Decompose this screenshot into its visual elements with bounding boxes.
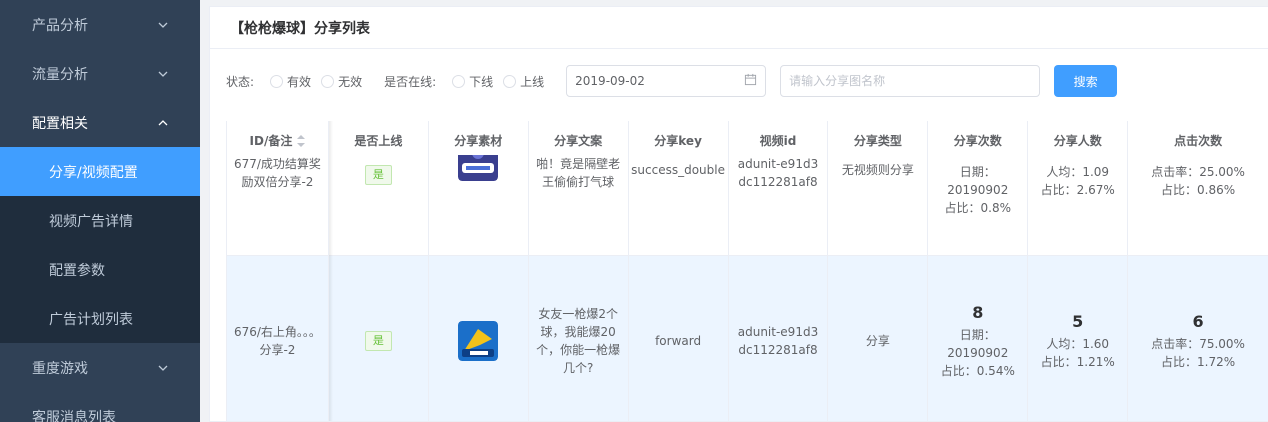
share-date: 日期：20190902 xyxy=(947,327,1009,360)
chevron-down-icon xyxy=(158,69,168,79)
date-picker[interactable]: 2019-09-02 xyxy=(566,65,767,97)
copy-cell: 女友一枪爆2个球，我能爆20个，你能一枪爆几个? xyxy=(528,256,629,421)
menu-heavy-games[interactable]: 重度游戏 xyxy=(0,343,200,392)
radio-label: 有效 xyxy=(287,74,312,89)
radio-label: 无效 xyxy=(338,74,363,89)
radio-label: 下线 xyxy=(469,74,494,89)
share-count-cell: 8 日期：20190902 占比：0.54% xyxy=(928,256,1029,421)
users-avg: 人均：1.09 xyxy=(1046,165,1110,179)
sort-icon[interactable] xyxy=(297,134,306,147)
menu-label: 客服消息列表 xyxy=(32,409,116,422)
fixed-column-shadow xyxy=(329,121,333,421)
radio-circle xyxy=(270,74,284,88)
users-avg: 人均：1.60 xyxy=(1046,336,1110,351)
share-image-thumbnail[interactable] xyxy=(458,155,499,181)
sidebar: 产品分析 流量分析 配置相关 分享/视频配置 视频广告详情 配置参数 广告计划列… xyxy=(0,0,200,422)
offline-radio[interactable]: 下线 xyxy=(452,73,493,90)
click-ratio: 占比：0.86% xyxy=(1161,183,1236,197)
search-button[interactable]: 搜索 xyxy=(1054,65,1118,97)
type-cell: 分享 xyxy=(828,256,929,421)
share-table: ID/备注 是否上线 分享素材 分享文案 分享key 视频id 分享类型 分享次… xyxy=(226,121,1268,421)
share-count-cell: 日期：20190902 占比：0.8% xyxy=(928,155,1029,256)
chevron-up-icon xyxy=(158,118,168,128)
menu-label: 广告计划列表 xyxy=(49,311,133,328)
menu-config-params[interactable]: 配置参数 xyxy=(0,245,200,294)
share-users-cell: 人均：1.09 占比：2.67% xyxy=(1028,155,1129,256)
menu-label: 配置参数 xyxy=(49,262,105,279)
copy-cell: 啪！竟是隔壁老王偷偷打气球 xyxy=(528,155,629,256)
menu-label: 分享/视频配置 xyxy=(49,164,138,181)
menu-label: 重度游戏 xyxy=(32,360,88,377)
type-cell: 无视频则分享 xyxy=(828,155,929,256)
radio-label: 上线 xyxy=(520,74,545,89)
key-cell: success_double xyxy=(628,155,729,256)
radio-circle xyxy=(452,74,466,88)
menu-label: 视频广告详情 xyxy=(49,213,133,230)
material-cell xyxy=(428,155,529,256)
menu-traffic-analysis[interactable]: 流量分析 xyxy=(0,49,200,98)
online-cell: 是 xyxy=(328,256,429,421)
online-tag: 是 xyxy=(364,165,392,185)
menu-video-ad-details[interactable]: 视频广告详情 xyxy=(0,196,200,245)
online-tag: 是 xyxy=(364,330,392,351)
share-image-thumbnail[interactable] xyxy=(458,320,499,361)
filter-bar: 状态: 有效 无效 是否在线: 下线 上线 2019-09-02 搜索 xyxy=(226,65,1118,97)
menu-share-video-config[interactable]: 分享/视频配置 xyxy=(0,147,200,196)
menu-label: 产品分析 xyxy=(32,17,88,34)
clicks-value: 6 xyxy=(1192,311,1204,331)
share-list-card: 【枪枪爆球】分享列表 状态: 有效 无效 是否在线: 下线 上线 2019-09… xyxy=(209,6,1268,422)
clicks-cell: 点击率：25.00% 占比：0.86% xyxy=(1128,155,1268,256)
click-ratio: 占比：1.72% xyxy=(1161,354,1236,369)
date-value: 2019-09-02 xyxy=(575,74,645,88)
menu-product-analysis[interactable]: 产品分析 xyxy=(0,0,200,49)
share-count-value: 8 xyxy=(972,302,984,322)
share-ratio: 占比：0.8% xyxy=(944,201,1012,215)
menu-ad-plan-list[interactable]: 广告计划列表 xyxy=(0,294,200,343)
search-input[interactable] xyxy=(780,65,1041,97)
menu-label: 配置相关 xyxy=(32,115,88,132)
menu-config[interactable]: 配置相关 xyxy=(0,98,200,147)
share-ratio: 占比：0.54% xyxy=(940,363,1015,378)
chevron-down-icon xyxy=(158,363,168,373)
id-note-cell: 676/右上角。。。分享-2 xyxy=(227,256,329,421)
chevron-down-icon xyxy=(158,20,168,30)
online-label: 是否在线: xyxy=(384,74,437,89)
radio-circle xyxy=(321,74,335,88)
video-id-cell: adunit-e91d3dc112281af8 xyxy=(728,256,829,421)
menu-label: 流量分析 xyxy=(32,66,88,83)
status-label: 状态: xyxy=(226,74,255,89)
status-valid-radio[interactable]: 有效 xyxy=(270,73,311,90)
clicks-cell: 6 点击率：75.00% 占比：1.72% xyxy=(1128,256,1268,421)
column-label: ID/备注 xyxy=(249,133,293,148)
menu-customer-messages[interactable]: 客服消息列表 xyxy=(0,392,200,422)
id-note-cell: 677/成功结算奖励双倍分享-2 xyxy=(227,155,329,256)
share-users-cell: 5 人均：1.60 占比：1.21% xyxy=(1028,256,1129,421)
material-cell xyxy=(428,256,529,421)
key-cell: forward xyxy=(628,256,729,421)
page-title: 【枪枪爆球】分享列表 xyxy=(210,7,1268,49)
click-rate: 点击率：25.00% xyxy=(1151,165,1245,179)
table-row[interactable]: 677/成功结算奖励双倍分享-2 是 啪！竟是隔壁老王偷偷打气球 success… xyxy=(227,155,1268,256)
radio-circle xyxy=(503,74,517,88)
users-ratio: 占比：1.21% xyxy=(1040,354,1115,369)
click-rate: 点击率：75.00% xyxy=(1151,336,1245,351)
table-row[interactable]: 676/右上角。。。分享-2 是 女友一枪爆2个球，我能爆20个，你能一枪爆几个… xyxy=(227,256,1268,421)
calendar-icon xyxy=(744,73,757,89)
status-invalid-radio[interactable]: 无效 xyxy=(321,73,362,90)
share-users-value: 5 xyxy=(1072,311,1084,331)
online-cell: 是 xyxy=(328,155,429,256)
users-ratio: 占比：2.67% xyxy=(1040,183,1115,197)
share-date: 日期：20190902 xyxy=(947,165,1009,197)
config-submenu: 分享/视频配置 视频广告详情 配置参数 广告计划列表 xyxy=(0,147,200,343)
video-id-cell: adunit-e91d3dc112281af8 xyxy=(728,155,829,256)
main-content: 【枪枪爆球】分享列表 状态: 有效 无效 是否在线: 下线 上线 2019-09… xyxy=(200,0,1268,422)
online-radio[interactable]: 上线 xyxy=(503,73,544,90)
